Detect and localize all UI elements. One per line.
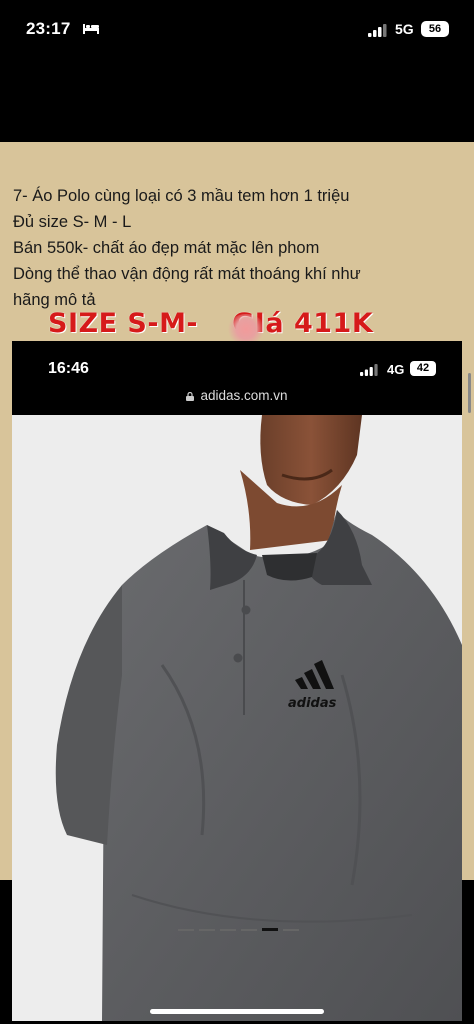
post-content: 7- Áo Polo cùng loại có 3 mầu tem hơn 1 … (0, 142, 474, 1021)
url-bar: adidas.com.vn (12, 388, 462, 403)
blurred-redaction (227, 314, 265, 344)
cellular-signal-icon (368, 24, 387, 37)
post-line: 7- Áo Polo cùng loại có 3 mầu tem hơn 1 … (13, 187, 350, 205)
home-indicator[interactable] (150, 1009, 324, 1014)
status-time: 23:17 (26, 19, 71, 38)
inner-cellular-signal-icon (360, 364, 378, 376)
status-bar: 23:17 5G 56 (0, 0, 474, 60)
post-line: Bán 550k- chất áo đẹp mát mặc lên phom (13, 239, 320, 257)
scrollbar[interactable] (468, 373, 471, 413)
inner-status-bar: 16:46 4G 42 adidas.com.vn (12, 341, 462, 415)
post-description: 7- Áo Polo cùng loại có 3 mầu tem hơn 1 … (13, 183, 468, 313)
price-banner: SIZE S-M- GIá 411K (48, 308, 373, 339)
lock-icon (186, 392, 195, 401)
carousel-dot[interactable] (241, 929, 257, 931)
inner-status-time: 16:46 (48, 360, 89, 377)
carousel-dot[interactable] (220, 929, 236, 931)
sleep-focus-icon (83, 24, 99, 34)
post-line: Đủ size S- M - L (13, 213, 132, 231)
inner-network-type: 4G (387, 362, 405, 377)
product-photo: adidas (12, 415, 462, 1021)
carousel-dot[interactable] (178, 929, 194, 931)
adidas-wordmark: adidas (288, 696, 337, 711)
carousel-dot[interactable] (283, 929, 299, 931)
url-text: adidas.com.vn (200, 388, 288, 403)
post-line: Dòng thể thao vận động rất mát thoáng kh… (13, 265, 361, 283)
carousel-dot-active[interactable] (262, 928, 278, 931)
battery-indicator: 56 (421, 21, 449, 37)
network-type: 5G (395, 21, 414, 37)
embedded-screenshot: 16:46 4G 42 adidas.com.vn adidas (12, 341, 462, 1021)
size-label: SIZE S-M- (48, 308, 199, 339)
carousel-dot[interactable] (199, 929, 215, 931)
image-carousel-indicator[interactable] (178, 918, 304, 936)
inner-battery-indicator: 42 (410, 361, 436, 376)
